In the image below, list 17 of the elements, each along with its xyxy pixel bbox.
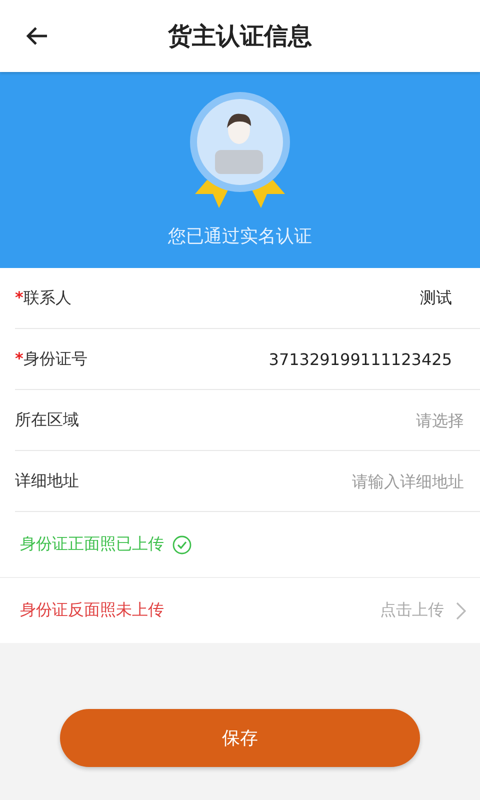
save-button[interactable]: 保存	[60, 709, 420, 767]
field-label: *身份证号	[15, 348, 88, 370]
field-value: 371329199111123425	[268, 350, 452, 368]
input-field[interactable]: 请选择	[242, 410, 466, 430]
field-label: 详细地址	[15, 470, 79, 492]
upload-link[interactable]: 点击上传	[380, 600, 466, 621]
upload-status: 身份证反面照未上传	[20, 600, 164, 621]
field-value: 测试	[420, 288, 452, 308]
input-field[interactable]: 请输入详细地址	[242, 470, 466, 492]
chevron-right-icon	[456, 602, 466, 620]
page-title: 货主认证信息	[167, 21, 313, 52]
upload-status: 身份证正面照已上传	[20, 534, 164, 555]
field-label: 所在区域	[15, 410, 79, 430]
check-circle-icon	[172, 534, 192, 554]
field-label: *联系人	[15, 288, 72, 308]
verification-status: 您已通过实名认证	[168, 225, 312, 248]
back-arrow-icon	[25, 26, 49, 46]
